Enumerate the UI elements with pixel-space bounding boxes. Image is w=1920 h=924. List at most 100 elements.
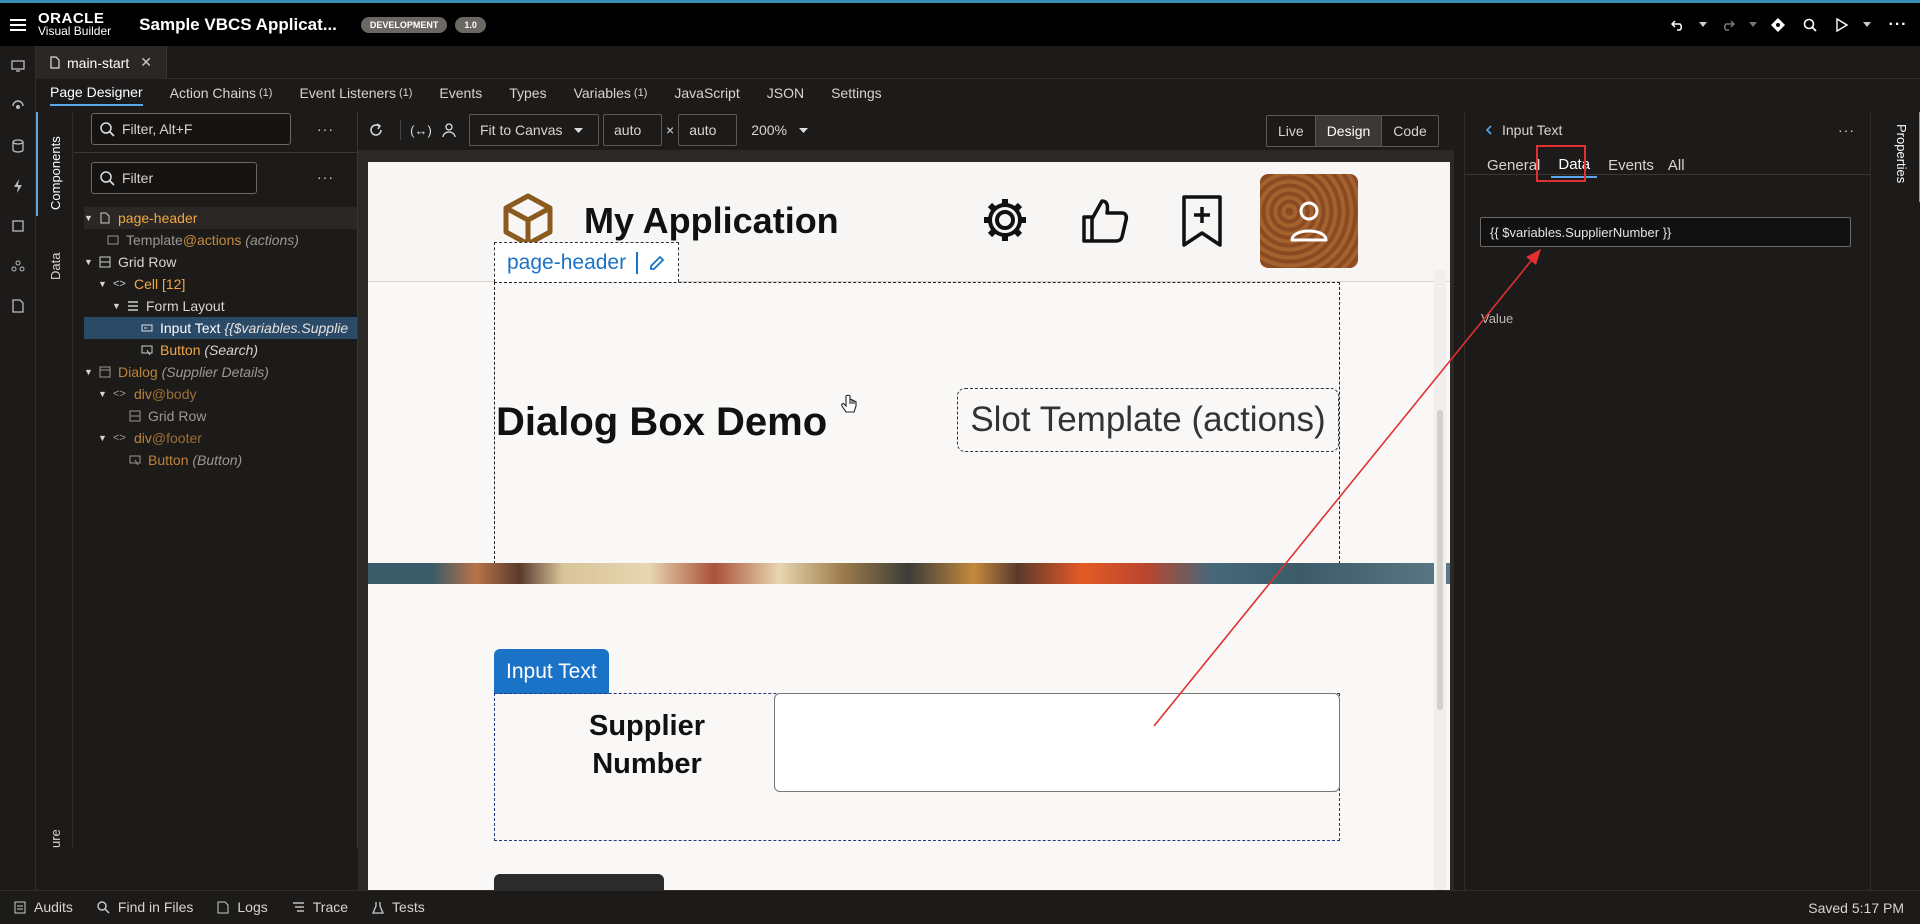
- tab-event-listeners[interactable]: Event Listeners (1): [299, 80, 412, 106]
- tab-javascript[interactable]: JavaScript: [674, 80, 739, 106]
- tree-node-grid-row[interactable]: ▼ Grid Row: [84, 251, 357, 273]
- services-icon[interactable]: [0, 86, 36, 126]
- app-title[interactable]: Sample VBCS Applicat...: [139, 15, 337, 35]
- search-button-partial[interactable]: [494, 874, 664, 890]
- tree-node-cell[interactable]: ▼ <> Cell [12]: [84, 273, 357, 295]
- undo-icon[interactable]: [1662, 3, 1694, 46]
- bookmark-add-icon[interactable]: [1180, 195, 1224, 247]
- hamburger-menu-icon[interactable]: [0, 3, 36, 46]
- more-actions-icon[interactable]: ···: [1876, 3, 1920, 46]
- button-icon: [141, 345, 153, 356]
- collapse-icon[interactable]: ▼: [112, 301, 122, 311]
- tab-main-start[interactable]: main-start ✕: [36, 46, 167, 79]
- tree-node-dialog[interactable]: ▼ Dialog (Supplier Details): [84, 361, 357, 383]
- variables-binding-icon[interactable]: (↔): [407, 112, 435, 148]
- tree-node-button-2[interactable]: Button (Button): [84, 449, 357, 471]
- tree-node-button-search[interactable]: Button (Search): [84, 339, 357, 361]
- select-value: Fit to Canvas: [480, 122, 563, 138]
- node-label: div: [134, 386, 152, 402]
- properties-side-tab[interactable]: Properties: [1894, 124, 1909, 183]
- undo-dropdown-icon[interactable]: [1694, 3, 1712, 46]
- tests-flask-icon: [372, 901, 385, 914]
- search-icon[interactable]: [1794, 3, 1826, 46]
- tests-button[interactable]: Tests: [372, 899, 425, 915]
- edit-pencil-icon[interactable]: [648, 254, 666, 272]
- tab-action-chains[interactable]: Action Chains (1): [170, 80, 273, 106]
- collapse-icon[interactable]: ▼: [98, 433, 108, 443]
- collapse-icon[interactable]: ▼: [84, 213, 94, 223]
- structure-more-icon[interactable]: ···: [317, 169, 334, 185]
- processes-icon[interactable]: [0, 166, 36, 206]
- business-objects-icon[interactable]: [0, 126, 36, 166]
- node-label: Dialog: [118, 364, 158, 380]
- data-tab[interactable]: Data: [48, 253, 63, 280]
- canvas-width-input[interactable]: auto: [603, 114, 662, 146]
- slot-template-actions[interactable]: Slot Template (actions): [957, 388, 1339, 452]
- refresh-icon[interactable]: [358, 112, 394, 148]
- collapse-icon[interactable]: ▼: [98, 279, 108, 289]
- tab-events[interactable]: Events: [1601, 152, 1661, 178]
- components-tab[interactable]: Components: [48, 136, 63, 210]
- tree-node-input-text[interactable]: Input Text {{$variables.Supplie: [84, 317, 357, 339]
- component-selection-tag[interactable]: page-header: [494, 242, 680, 282]
- tab-settings[interactable]: Settings: [831, 80, 882, 106]
- tree-node-template[interactable]: Template @actions (actions): [84, 229, 357, 251]
- tab-page-designer[interactable]: Page Designer: [50, 80, 143, 106]
- audits-button[interactable]: Audits: [14, 899, 73, 915]
- live-mode-button[interactable]: Live: [1267, 116, 1316, 146]
- filter-placeholder: Filter: [122, 170, 154, 186]
- tab-types[interactable]: Types: [509, 80, 546, 106]
- resources-icon[interactable]: [0, 286, 36, 326]
- run-dropdown-icon[interactable]: [1858, 3, 1876, 46]
- collapse-icon[interactable]: ▼: [98, 389, 108, 399]
- redo-dropdown-icon[interactable]: [1744, 3, 1762, 46]
- tab-json[interactable]: JSON: [767, 80, 804, 106]
- layouts-icon[interactable]: [0, 246, 36, 286]
- fit-to-canvas-select[interactable]: Fit to Canvas: [469, 114, 599, 146]
- value-expression-input[interactable]: {{ $variables.SupplierNumber }}: [1480, 217, 1851, 247]
- input-value: auto: [614, 122, 642, 138]
- page-preview[interactable]: My Application page-header Dialog Box De…: [368, 162, 1450, 890]
- settings-gear-icon[interactable]: [980, 195, 1030, 245]
- components-more-icon[interactable]: ···: [317, 121, 334, 137]
- input-text-selection-tag[interactable]: Input Text: [494, 649, 609, 694]
- code-mode-button[interactable]: Code: [1382, 116, 1437, 146]
- properties-breadcrumb[interactable]: Input Text: [1485, 122, 1562, 138]
- tab-variables[interactable]: Variables (1): [574, 80, 648, 106]
- web-apps-icon[interactable]: [0, 46, 36, 86]
- tab-count: (1): [398, 87, 413, 99]
- find-in-files-button[interactable]: Find in Files: [97, 899, 193, 915]
- collapse-icon[interactable]: ▼: [84, 257, 94, 267]
- structure-filter-input[interactable]: Filter: [91, 162, 257, 194]
- git-diamond-icon[interactable]: [1762, 3, 1794, 46]
- tree-node-page-header[interactable]: ▼ page-header: [84, 207, 357, 229]
- components-filter-input[interactable]: Filter, Alt+F: [91, 113, 291, 145]
- tree-node-grid-row-2[interactable]: Grid Row: [84, 405, 357, 427]
- logs-button[interactable]: Logs: [217, 899, 268, 915]
- zoom-select[interactable]: 200%: [741, 114, 818, 146]
- collapse-icon[interactable]: ▼: [84, 367, 94, 377]
- view-mode-switch: Live Design Code: [1266, 115, 1439, 147]
- tab-all[interactable]: All: [1661, 152, 1692, 178]
- supplier-number-input[interactable]: [774, 693, 1340, 792]
- canvas-height-input[interactable]: auto: [678, 114, 738, 146]
- tree-node-form-layout[interactable]: ▼ Form Layout: [84, 295, 357, 317]
- components-icon[interactable]: [0, 206, 36, 246]
- properties-more-icon[interactable]: ···: [1838, 122, 1855, 138]
- tree-node-div-body[interactable]: ▼ <> div @body: [84, 383, 357, 405]
- user-avatar[interactable]: [1260, 174, 1358, 268]
- canvas-scrollbar[interactable]: [1434, 270, 1446, 890]
- tab-events[interactable]: Events: [439, 80, 482, 106]
- thumbs-up-icon[interactable]: [1080, 195, 1130, 245]
- close-tab-icon[interactable]: ✕: [140, 54, 152, 71]
- back-chevron-icon[interactable]: [1485, 125, 1492, 135]
- dialog-icon: [99, 366, 111, 378]
- user-role-icon[interactable]: [435, 112, 463, 148]
- structure-tab[interactable]: ure: [48, 829, 63, 848]
- trace-button[interactable]: Trace: [292, 899, 348, 915]
- redo-icon[interactable]: [1712, 3, 1744, 46]
- run-play-icon[interactable]: [1826, 3, 1858, 46]
- scrollbar-thumb[interactable]: [1437, 410, 1443, 710]
- design-mode-button[interactable]: Design: [1315, 116, 1383, 146]
- tree-node-div-footer[interactable]: ▼ <> div @footer: [84, 427, 357, 449]
